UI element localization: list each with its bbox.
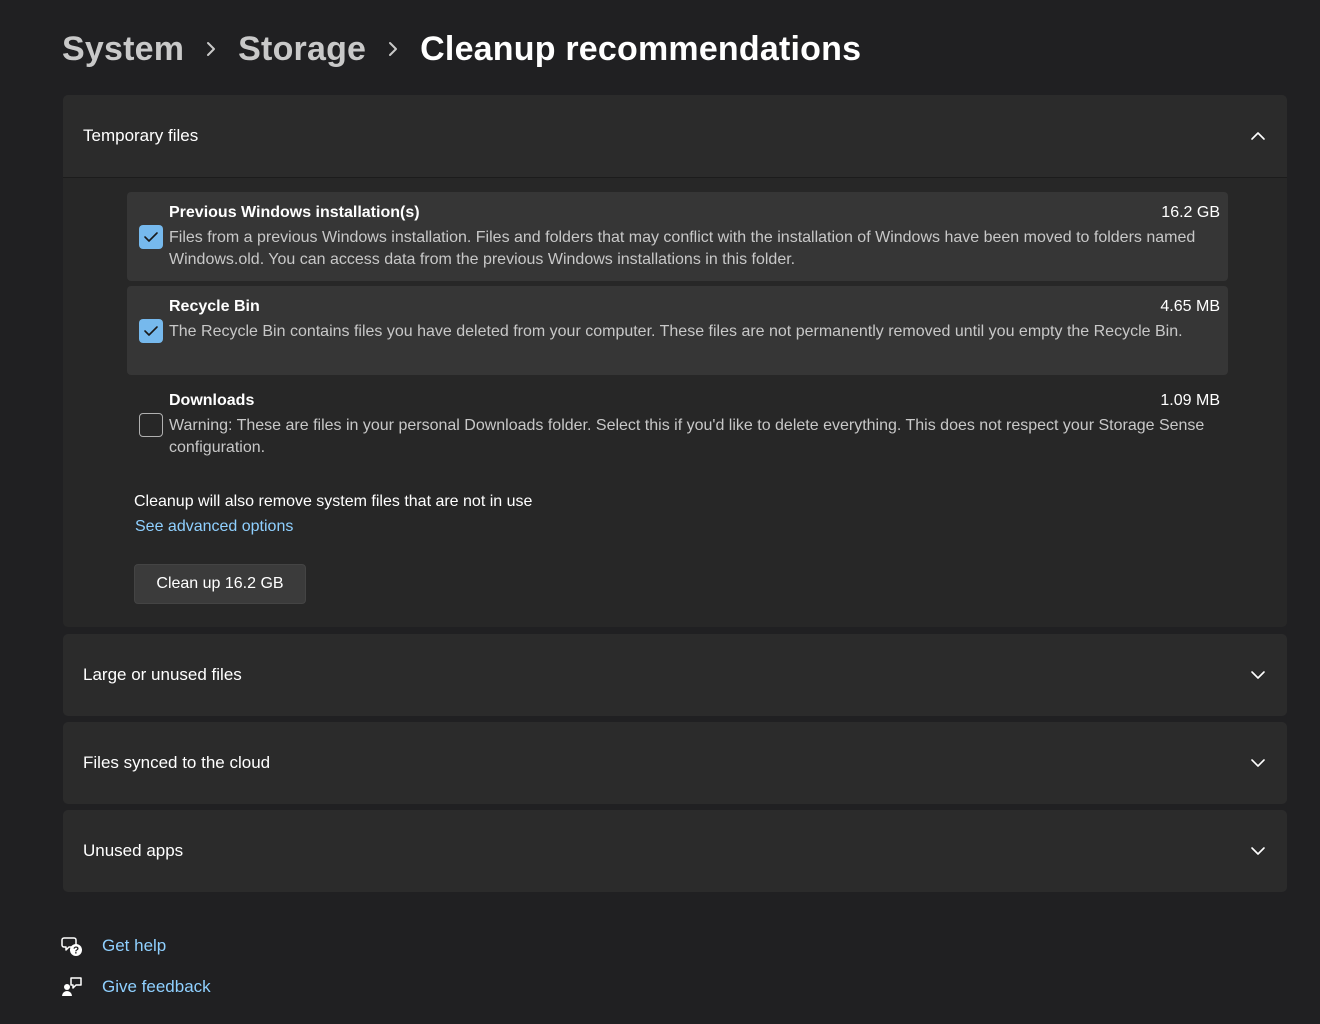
checkmark-icon [144, 326, 158, 336]
previous-windows-size: 16.2 GB [1161, 204, 1220, 221]
downloads-title: Downloads [169, 392, 255, 409]
downloads-size: 1.09 MB [1160, 392, 1220, 409]
cleanup-item-recycle-bin[interactable]: Recycle Bin 4.65 MB The Recycle Bin cont… [127, 286, 1228, 375]
help-chat-icon: ? [60, 934, 84, 958]
page-title: Cleanup recommendations [420, 29, 862, 68]
checkmark-icon [144, 232, 158, 242]
temporary-files-header[interactable]: Temporary files [63, 95, 1287, 178]
temporary-files-title: Temporary files [83, 126, 199, 145]
files-synced-cloud-header[interactable]: Files synced to the cloud [63, 722, 1287, 804]
large-unused-files-title: Large or unused files [83, 665, 242, 684]
downloads-description: Warning: These are files in your persona… [169, 417, 1205, 456]
unused-apps-title: Unused apps [83, 841, 184, 860]
clean-up-button[interactable]: Clean up 16.2 GB [134, 564, 306, 604]
chevron-right-icon [184, 26, 238, 72]
cleanup-note: Cleanup will also remove system files th… [134, 493, 533, 510]
cleanup-item-previous-windows[interactable]: Previous Windows installation(s) 16.2 GB… [127, 192, 1228, 281]
recycle-bin-checkbox[interactable] [139, 319, 163, 343]
chevron-up-icon[interactable] [1249, 127, 1267, 145]
chevron-down-icon[interactable] [1249, 666, 1267, 684]
recycle-bin-title: Recycle Bin [169, 298, 260, 315]
previous-windows-title: Previous Windows installation(s) [169, 204, 420, 221]
breadcrumb-system[interactable]: System [62, 30, 184, 69]
feedback-icon [60, 975, 84, 999]
get-help-link[interactable]: ? Get help [60, 933, 166, 959]
chevron-down-icon[interactable] [1249, 754, 1267, 772]
previous-windows-description: Files from a previous Windows installati… [169, 229, 1196, 268]
cleanup-item-downloads[interactable]: Downloads 1.09 MB Warning: These are fil… [127, 380, 1228, 469]
chevron-down-icon[interactable] [1249, 842, 1267, 860]
recycle-bin-description: The Recycle Bin contains files you have … [169, 323, 1183, 340]
give-feedback-link[interactable]: Give feedback [60, 974, 211, 1000]
recycle-bin-size: 4.65 MB [1160, 298, 1220, 315]
breadcrumb-storage[interactable]: Storage [238, 30, 366, 69]
get-help-label: Get help [102, 936, 167, 955]
temporary-files-section: Temporary files Previous Windows install… [63, 95, 1287, 627]
downloads-checkbox[interactable] [139, 413, 163, 437]
see-advanced-options-link[interactable]: See advanced options [135, 518, 293, 536]
svg-text:?: ? [73, 946, 79, 957]
large-unused-files-header[interactable]: Large or unused files [63, 634, 1287, 716]
files-synced-cloud-title: Files synced to the cloud [83, 753, 271, 772]
breadcrumb: System Storage Cleanup recommendations [62, 26, 861, 72]
large-unused-files-section[interactable]: Large or unused files [63, 634, 1287, 716]
previous-windows-checkbox[interactable] [139, 225, 163, 249]
files-synced-cloud-section[interactable]: Files synced to the cloud [63, 722, 1287, 804]
give-feedback-label: Give feedback [102, 977, 211, 996]
unused-apps-section[interactable]: Unused apps [63, 810, 1287, 892]
unused-apps-header[interactable]: Unused apps [63, 810, 1287, 892]
chevron-right-icon [366, 26, 420, 72]
